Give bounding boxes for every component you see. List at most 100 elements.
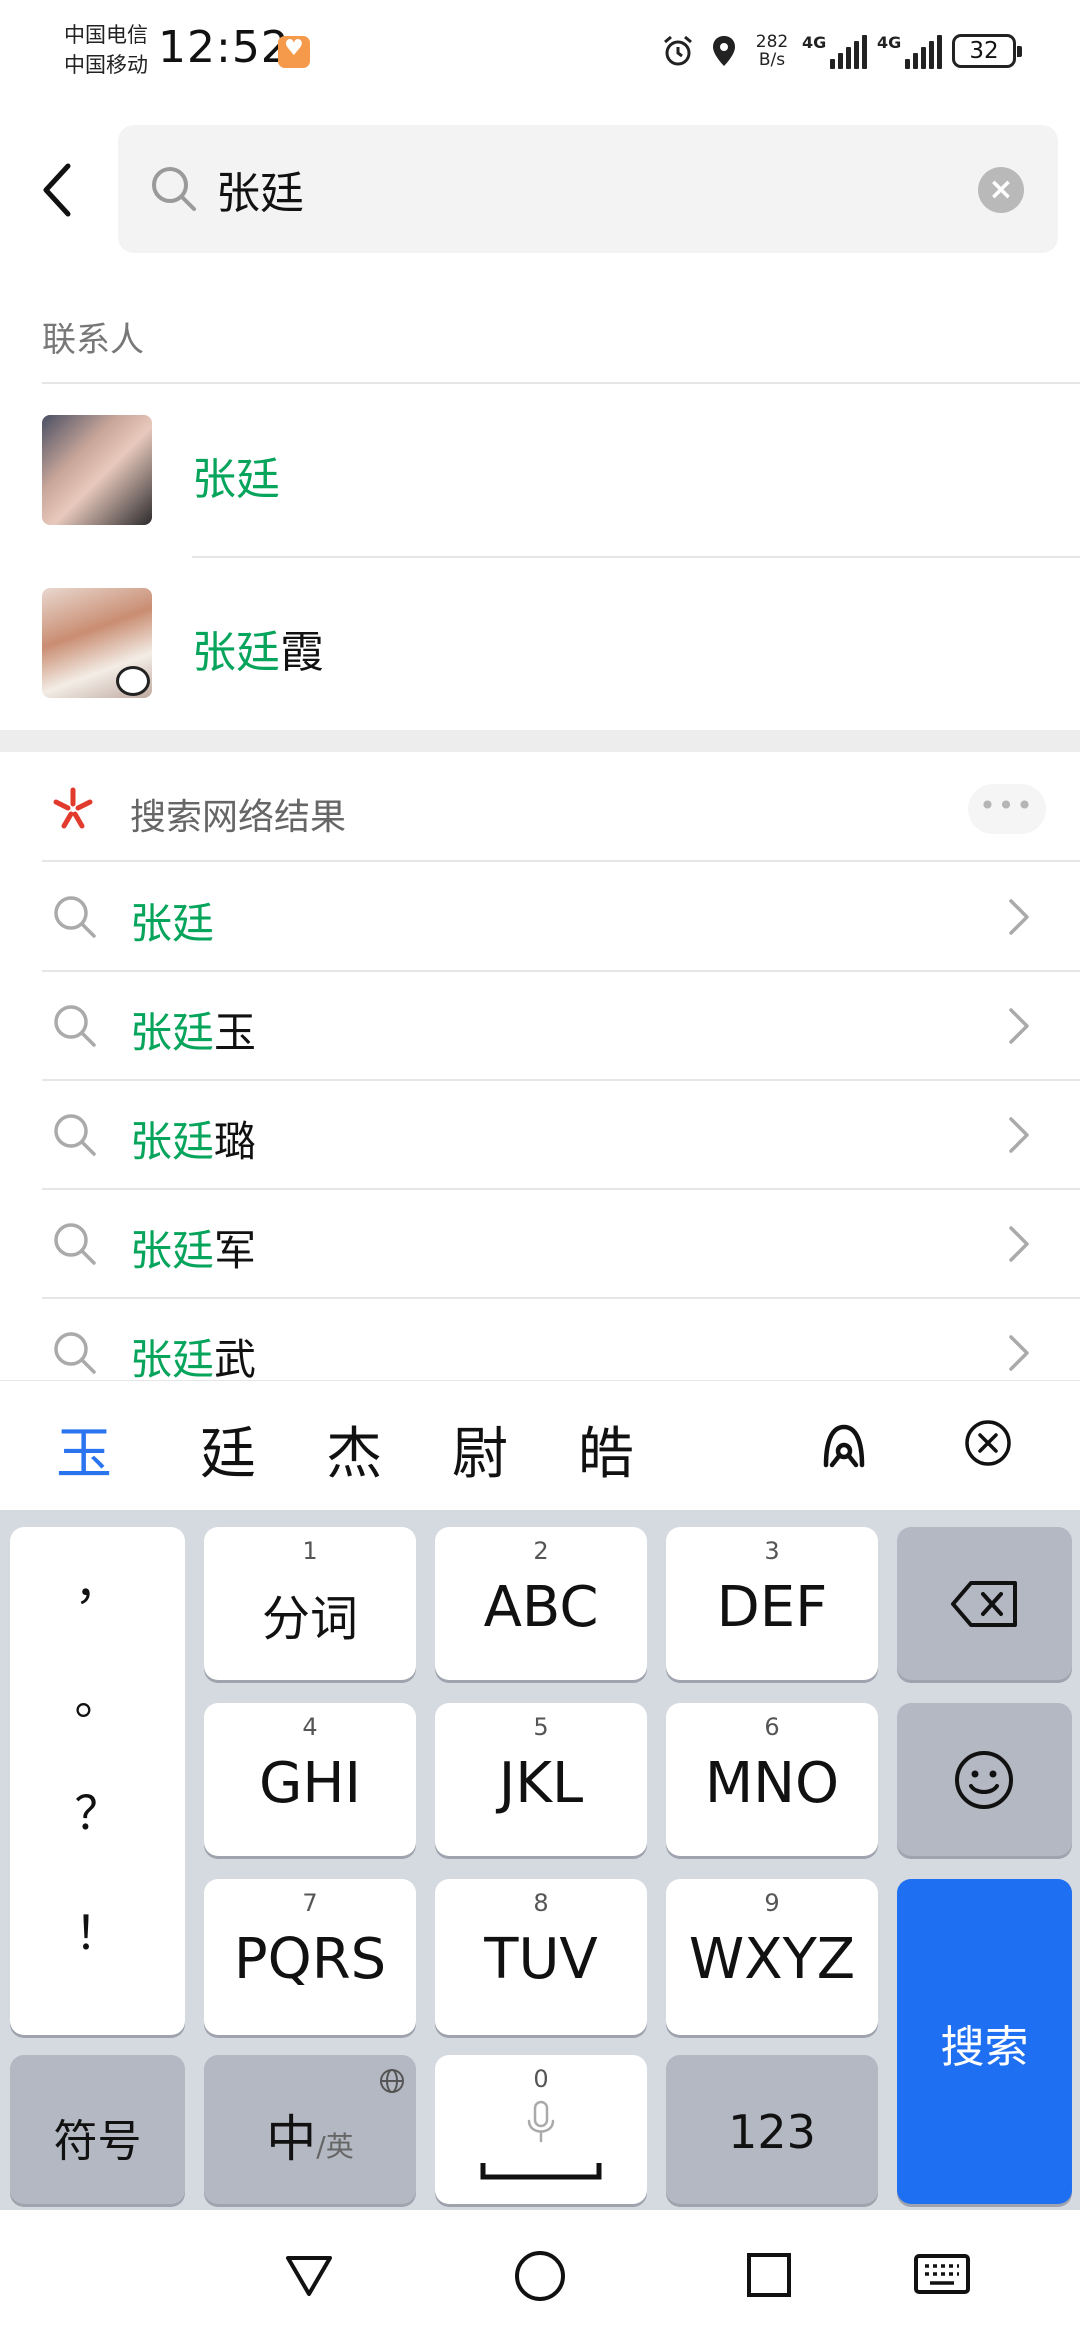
key-6[interactable]: 6 MNO	[666, 1703, 878, 1856]
web-results-header: 搜索网络结果 •••	[0, 752, 1080, 860]
numbers-key[interactable]: 123	[666, 2055, 878, 2204]
network-speed: 282 B/s	[752, 33, 792, 69]
carrier-1: 中国电信	[64, 23, 148, 47]
web-result-item[interactable]: 张廷璐	[0, 1080, 1080, 1189]
space-key[interactable]: 0	[435, 2055, 647, 2204]
microphone-icon	[527, 2100, 555, 2143]
web-result-text: 张廷军	[130, 1217, 256, 1278]
signal-2-label: 4G	[877, 33, 902, 52]
web-result-rest: 璐	[214, 1117, 257, 1166]
backspace-key[interactable]	[897, 1527, 1072, 1680]
search-icon	[54, 896, 96, 938]
location-icon	[713, 36, 735, 66]
signal-1-label: 4G	[802, 33, 827, 52]
carrier-info: 中国电信 中国移动	[64, 20, 148, 80]
key-number: 0	[533, 2065, 549, 2093]
contact-item[interactable]: 张廷	[0, 385, 1080, 557]
key-8[interactable]: 8 TUV	[435, 1879, 647, 2035]
back-button[interactable]	[30, 150, 90, 230]
web-result-highlight: 张廷	[130, 1117, 215, 1166]
key-1[interactable]: 1 分词	[204, 1527, 416, 1680]
punct-question-key[interactable]: ？	[10, 1777, 185, 1843]
key-label: GHI	[258, 1751, 362, 1816]
web-results-label: 搜索网络结果	[130, 797, 347, 838]
home-circle-icon[interactable]	[512, 2248, 568, 2304]
signal-1-icon: 4G	[802, 33, 867, 69]
network-speed-value: 282	[755, 32, 789, 52]
back-triangle-icon[interactable]	[282, 2248, 336, 2302]
key-label: ABC	[483, 1575, 599, 1640]
ime-assistant-icon[interactable]	[814, 1417, 874, 1477]
search-key[interactable]: 搜索	[897, 1879, 1072, 2204]
divider	[42, 382, 1080, 384]
key-number: 5	[533, 1713, 549, 1741]
web-result-item[interactable]: 张廷	[0, 862, 1080, 971]
more-options-button[interactable]: •••	[968, 784, 1046, 834]
clear-search-button[interactable]: ×	[978, 167, 1024, 213]
lang-alt-label: /英	[316, 2130, 354, 2163]
keyboard-toggle-icon[interactable]	[912, 2248, 972, 2302]
globe-icon	[380, 2069, 404, 2093]
section-separator	[0, 730, 1080, 752]
clock: 12:52	[158, 22, 290, 73]
search-engine-logo-icon	[53, 787, 93, 829]
key-label: WXYZ	[688, 1927, 856, 1992]
ime-candidate[interactable]: 尉	[452, 1409, 508, 1490]
ime-candidate[interactable]: 廷	[200, 1409, 256, 1490]
key-number: 4	[302, 1713, 318, 1741]
ime-candidate[interactable]: 杰	[326, 1409, 382, 1490]
key-2[interactable]: 2 ABC	[435, 1527, 647, 1680]
contacts-section-label: 联系人	[42, 320, 144, 360]
key-number: 1	[302, 1537, 318, 1565]
key-label: DEF	[716, 1575, 828, 1640]
key-9[interactable]: 9 WXYZ	[666, 1879, 878, 2035]
contact-name-highlight: 张廷	[192, 454, 280, 505]
web-result-rest: 玉	[214, 1008, 257, 1057]
avatar	[42, 415, 152, 525]
web-result-item[interactable]: 张廷军	[0, 1189, 1080, 1298]
punct-comma-key[interactable]: ，	[10, 1547, 185, 1613]
backspace-icon	[951, 1581, 1017, 1627]
ime-candidate[interactable]: 玉	[56, 1409, 112, 1490]
chevron-right-icon	[1009, 899, 1029, 935]
web-result-text: 张廷	[130, 890, 214, 951]
key-4[interactable]: 4 GHI	[204, 1703, 416, 1856]
recents-square-icon[interactable]	[744, 2248, 794, 2302]
key-number: 3	[764, 1537, 780, 1565]
key-number: 2	[533, 1537, 549, 1565]
emoji-key[interactable]	[897, 1703, 1072, 1856]
search-key-label: 搜索	[940, 2022, 1029, 2073]
web-result-item[interactable]: 张廷玉	[0, 971, 1080, 1080]
spacebar-icon	[480, 2163, 602, 2180]
close-candidates-icon[interactable]	[962, 1417, 1014, 1469]
key-3[interactable]: 3 DEF	[666, 1527, 878, 1680]
chevron-right-icon	[1009, 1335, 1029, 1371]
web-result-highlight: 张廷	[130, 1008, 215, 1057]
key-5[interactable]: 5 JKL	[435, 1703, 647, 1856]
search-bar[interactable]: ×	[118, 125, 1058, 253]
emoji-icon	[955, 1751, 1013, 1809]
numbers-key-label: 123	[728, 2105, 816, 2159]
key-label: TUV	[484, 1927, 598, 1992]
contact-name-highlight: 张廷	[192, 627, 280, 678]
avatar	[42, 588, 152, 698]
key-number: 8	[533, 1889, 549, 1917]
symbols-key[interactable]: 符号	[10, 2055, 185, 2204]
ime-candidate[interactable]: 皓	[578, 1409, 634, 1490]
contact-name: 张廷霞	[192, 616, 324, 680]
contact-name: 张廷	[192, 443, 280, 507]
signal-2-icon: 4G	[877, 33, 942, 69]
key-label: PQRS	[233, 1927, 387, 1992]
contact-item[interactable]: 张廷霞	[0, 558, 1080, 730]
punctuation-column[interactable]: ， 。 ？ ！	[10, 1527, 185, 2035]
punct-period-key[interactable]: 。	[10, 1662, 185, 1728]
language-switch-key[interactable]: 中/英	[204, 2055, 416, 2204]
status-bar: 中国电信 中国移动 12:52 282 B/s 4G 4G 32	[0, 0, 1080, 105]
web-result-highlight: 张廷	[130, 1226, 215, 1275]
punct-exclaim-key[interactable]: ！	[10, 1897, 185, 1963]
key-7[interactable]: 7 PQRS	[204, 1879, 416, 2035]
lang-main-label: 中	[266, 2110, 317, 2168]
key-label: MNO	[704, 1751, 840, 1816]
alarm-icon	[664, 35, 692, 66]
search-input[interactable]	[216, 149, 976, 229]
